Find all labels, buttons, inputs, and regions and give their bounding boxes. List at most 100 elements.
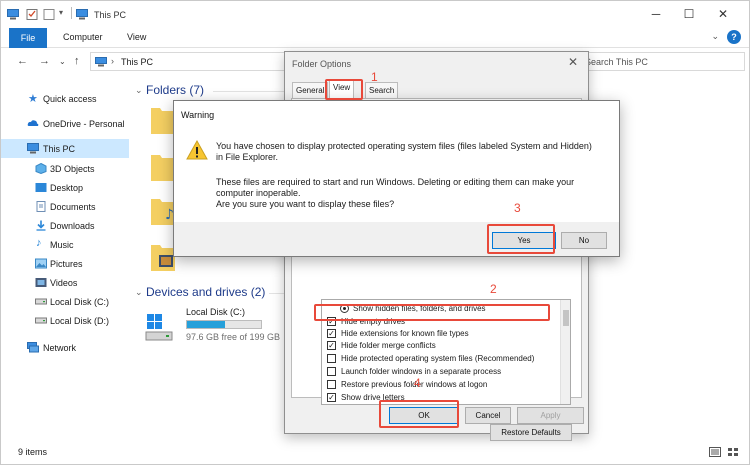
- chevron-down-icon[interactable]: ⌄: [711, 31, 719, 42]
- warning-question: Are you sure you want to display these f…: [216, 199, 395, 209]
- checkbox-checked[interactable]: ✓: [327, 393, 336, 402]
- close-button[interactable]: ✕: [708, 6, 738, 22]
- sidebar-item-documents[interactable]: Documents: [1, 197, 129, 216]
- cancel-button[interactable]: Cancel: [465, 407, 511, 424]
- title-bar: ▾ This PC ─ ☐ ✕: [1, 1, 749, 27]
- sidebar-item-3d-objects[interactable]: 3D Objects: [1, 159, 129, 178]
- warning-icon: [186, 140, 208, 160]
- item-count: 9 items: [18, 447, 48, 457]
- scrollbar-thumb[interactable]: [563, 310, 569, 326]
- warning-message: in File Explorer.: [216, 152, 279, 162]
- warning-message: You have chosen to display protected ope…: [216, 141, 592, 151]
- properties-icon[interactable]: [26, 9, 38, 20]
- details-view-icon[interactable]: [709, 447, 721, 457]
- cloud-icon: [27, 120, 39, 126]
- document-icon: [36, 201, 46, 212]
- video-icon: [35, 278, 47, 287]
- qat-dropdown-icon[interactable]: ▾: [59, 8, 63, 17]
- scrollbar[interactable]: [560, 300, 570, 404]
- address-bar[interactable]: › This PC: [90, 52, 290, 71]
- checkbox-unchecked[interactable]: [327, 380, 336, 389]
- status-bar: 9 items: [1, 441, 749, 465]
- computer-icon: [76, 9, 88, 20]
- forward-arrow-icon[interactable]: →: [39, 55, 50, 67]
- sidebar-item-music[interactable]: ♪ Music: [1, 235, 129, 254]
- title-divider: [71, 7, 72, 19]
- cube-icon: [35, 163, 47, 174]
- dialog-title: Folder Options: [292, 59, 352, 69]
- highlight-ok-button: [379, 400, 459, 428]
- tab-computer[interactable]: Computer: [63, 32, 103, 42]
- checkbox-checked[interactable]: ✓: [327, 341, 336, 350]
- highlight-protected-files-option: [314, 304, 550, 321]
- folders-section-header[interactable]: Folders (7): [146, 83, 204, 97]
- step-number: 2: [490, 282, 497, 296]
- picture-icon: [35, 258, 47, 269]
- sidebar-item-videos[interactable]: Videos: [1, 273, 129, 292]
- search-placeholder: Search This PC: [585, 57, 648, 67]
- section-divider: [269, 293, 285, 294]
- drive-free-space: 97.6 GB free of 199 GB: [186, 332, 281, 342]
- sidebar-item-pictures[interactable]: Pictures: [1, 254, 129, 273]
- drive-usage-fill: [187, 321, 225, 328]
- music-icon: ♪: [36, 237, 42, 249]
- sidebar-item-local-disk-d[interactable]: Local Disk (D:): [1, 311, 129, 330]
- recent-locations-icon[interactable]: ⌄: [59, 57, 66, 66]
- warning-message: These files are required to start and ru…: [216, 177, 575, 187]
- sidebar-item-onedrive[interactable]: OneDrive - Personal: [1, 114, 129, 133]
- section-divider: [213, 91, 285, 92]
- back-arrow-icon[interactable]: ←: [17, 55, 28, 67]
- ribbon: File Computer View ⌄ ?: [1, 27, 749, 48]
- up-arrow-icon[interactable]: ↑: [74, 55, 80, 67]
- checkbox-unchecked[interactable]: [327, 354, 336, 363]
- window-title: This PC: [94, 10, 127, 20]
- drive-name[interactable]: Local Disk (C:): [186, 307, 245, 317]
- computer-icon: [95, 57, 107, 67]
- tab-file[interactable]: File: [9, 28, 47, 48]
- sidebar-item-desktop[interactable]: Desktop: [1, 178, 129, 197]
- sidebar-item-network[interactable]: Network: [1, 338, 129, 357]
- star-icon: ★: [28, 93, 38, 105]
- tab-view[interactable]: View: [127, 32, 146, 42]
- sidebar-item-local-disk-c[interactable]: Local Disk (C:): [1, 292, 129, 311]
- dialog-title: Warning: [181, 110, 215, 120]
- minimize-button[interactable]: ─: [641, 6, 671, 22]
- apply-button[interactable]: Apply: [517, 407, 584, 424]
- videos-folder-icon[interactable]: [151, 241, 175, 271]
- tab-general[interactable]: General: [292, 82, 329, 98]
- download-icon: [36, 220, 46, 231]
- help-icon[interactable]: ?: [727, 30, 741, 44]
- drive-usage-bar: [186, 320, 262, 329]
- highlight-view-tab: [325, 79, 363, 100]
- search-input[interactable]: Search This PC: [581, 52, 745, 71]
- drives-section-header[interactable]: Devices and drives (2): [146, 285, 265, 299]
- breadcrumb-separator-icon: ›: [111, 56, 114, 66]
- tab-search[interactable]: Search: [365, 82, 399, 98]
- folder-icon[interactable]: [151, 104, 175, 134]
- large-icons-view-icon[interactable]: [727, 447, 739, 457]
- folder-icon[interactable]: [151, 151, 175, 181]
- sidebar-item-this-pc[interactable]: This PC: [1, 139, 129, 158]
- chevron-down-icon[interactable]: ⌄: [135, 287, 143, 298]
- checkbox-unchecked[interactable]: [327, 367, 336, 376]
- windows-drive-icon[interactable]: [145, 312, 173, 342]
- close-icon[interactable]: ✕: [568, 55, 578, 69]
- computer-icon: [27, 143, 39, 154]
- computer-icon: [7, 9, 19, 20]
- new-folder-icon[interactable]: [43, 9, 55, 20]
- music-folder-icon[interactable]: ♪: [151, 195, 175, 225]
- no-button[interactable]: No: [561, 232, 607, 249]
- sidebar-item-downloads[interactable]: Downloads: [1, 216, 129, 235]
- checkbox-checked[interactable]: ✓: [327, 329, 336, 338]
- chevron-down-icon[interactable]: ⌄: [135, 85, 143, 96]
- drive-icon: [35, 298, 47, 305]
- maximize-button[interactable]: ☐: [674, 6, 704, 22]
- warning-message: computer inoperable.: [216, 188, 301, 198]
- navigation-pane: ★ Quick access OneDrive - Personal This …: [1, 81, 131, 441]
- sidebar-item-quick-access[interactable]: ★ Quick access: [1, 89, 129, 108]
- restore-defaults-button[interactable]: Restore Defaults: [490, 424, 572, 441]
- highlight-yes-button: [487, 224, 555, 254]
- desktop-icon: [35, 183, 47, 192]
- step-number: 1: [371, 70, 378, 84]
- step-number: 3: [514, 201, 521, 215]
